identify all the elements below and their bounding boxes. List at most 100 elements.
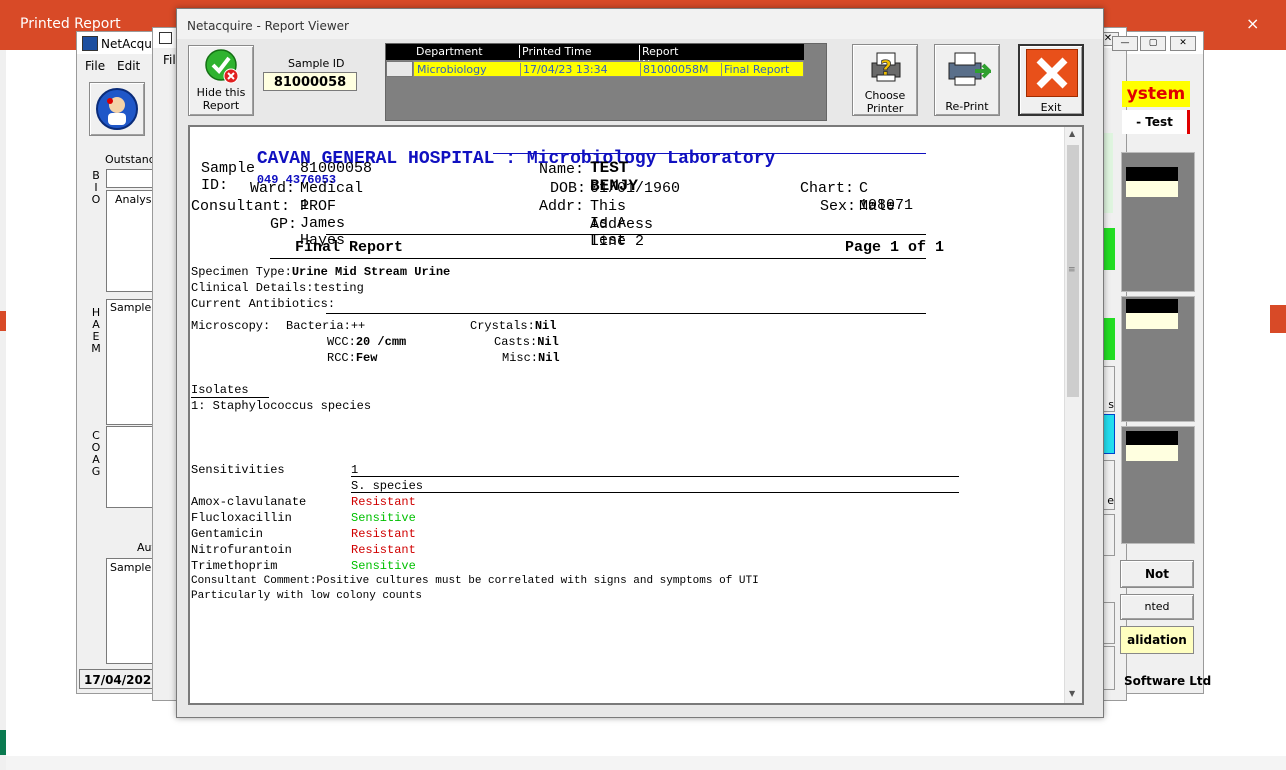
status-panel-1-header [1126,167,1178,181]
drug-4: Nitrofurantoin [191,543,292,557]
menu-edit[interactable]: Edit [117,59,140,73]
sex-label: Sex: [820,198,857,215]
not-printed-button[interactable]: Not Printed [1120,560,1194,607]
hide-report-button[interactable]: Hide this Report [188,45,254,116]
printer-question-icon: ? [871,52,901,82]
final-report-line [270,258,926,259]
main-close-button[interactable]: ✕ [1170,36,1196,51]
software-label: Software Ltd [1124,674,1212,688]
name-label: Name: [539,161,585,178]
app-icon [82,36,98,51]
scroll-grip-icon: ≡ [1068,265,1076,275]
report-grid[interactable]: Department Printed Time Report Number Mi… [385,43,827,121]
secondary-menu-file[interactable]: Fil [163,53,176,67]
addr-label: Addr: [539,198,585,215]
status-panel-2 [1121,296,1195,422]
final-report-title: Final Report [295,239,404,256]
ward-label: Ward: [250,180,296,197]
grid-row-selector [386,61,413,77]
scroll-down-icon[interactable]: ▼ [1069,689,1075,698]
printed-report-title: Printed Report [20,16,121,32]
status-date: 17/04/2023 [79,669,160,689]
clinical-value: testing [313,281,364,295]
close-icon[interactable]: × [1246,14,1259,33]
isolates-underline [191,397,269,398]
maximize-button[interactable]: ▢ [1140,36,1166,51]
microscopy-block: Microscopy: Bacteria:++ Crystals:Nil WCC… [190,127,759,602]
grid-header-department: Department [416,45,483,58]
crystals-value: Nil [534,319,557,333]
validation-label: alidation [1127,633,1187,647]
casts-line: Casts:Nil [494,335,559,349]
choose-printer-label: Choose Printer [864,89,906,115]
test-banner: - Test [1122,110,1190,134]
microscopy-label: Microscopy: [191,319,271,333]
sens-line-1 [351,476,959,477]
report-viewer-window: Netacquire - Report Viewer Hide this Rep… [176,8,1104,718]
printed-samples-button[interactable]: nted Samples [1120,594,1194,637]
choose-printer-button[interactable]: ? Choose Printer [852,44,918,116]
reprint-button[interactable]: Re-Print [934,44,1000,116]
doctor-icon [96,88,138,130]
bio-input[interactable] [106,169,154,188]
result-3: Resistant [351,527,416,541]
validation-button[interactable]: alidation [1120,626,1194,654]
crystals-label: Crystals: [470,319,535,333]
bacteria-value: ++ [350,319,366,333]
bacteria-label: Bacteria: [286,319,351,333]
status-panel-3 [1121,426,1195,544]
result-5: Sensitive [351,559,416,573]
group-bio-label: B I O [91,169,101,206]
haem-list[interactable] [106,299,154,425]
bacteria-line: Bacteria:++ [286,319,365,333]
hide-report-icon [205,49,239,84]
addr-line-2: Address Line 2 [590,216,654,250]
sens-line-2 [351,492,959,493]
sensitivities-label: Sensitivities [191,463,285,477]
rcc-line: RCC:Few [327,351,377,365]
misc-label: Misc: [502,351,539,365]
scroll-up-icon[interactable]: ▲ [1069,129,1075,138]
casts-value: Nil [537,335,559,349]
grid-row[interactable]: Microbiology 17/04/23 13:34 81000058M Fi… [413,61,804,77]
misc-value: Nil [538,351,560,365]
sensitivities-organism: S. species [351,479,424,493]
minimize-button[interactable]: — [1112,36,1138,51]
report-scrollbar[interactable]: ▲ ≡ ▼ [1064,127,1082,703]
drug-1: Amox-clavulanate [191,495,307,509]
specimen-value: Urine Mid Stream Urine [291,265,451,279]
grid-cell-report-number: 81000058M [640,63,708,76]
sample-id-text: 81000058 [300,160,373,177]
wcc-line: WCC:20 /cmm [327,335,406,349]
reprint-icon [948,52,991,86]
comment-label: Consultant Comment: [191,575,317,587]
exit-button[interactable]: Exit [1018,44,1084,116]
haem-sample-header: Sample I [110,301,158,314]
group-coag-label: C O A G [91,429,101,478]
sample-id-field[interactable]: 81000058 [263,72,357,91]
status-panel-1-field [1126,181,1178,197]
underlying-left-red [0,311,6,331]
rcc-label: RCC: [327,351,356,365]
main-window-controls: — ▢ ✕ [1112,36,1200,52]
wcc-value: 20 /cmm [355,335,407,349]
coag-list[interactable] [106,426,154,508]
hospital-header: CAVAN GENERAL HOSPITAL : Microbiology La… [192,129,775,209]
comment-text: Positive cultures must be correlated wit… [316,575,759,587]
result-4: Resistant [351,543,416,557]
chart-label: Chart: [800,180,855,197]
gp-label: GP: [270,216,298,233]
underlying-bottom-green [0,730,6,755]
outer-bottom-bar [6,756,1286,770]
secondary-window-icon [159,32,172,44]
comment-line-2: Particularly with low colony counts [191,590,423,602]
system-banner: ystem [1122,81,1190,107]
group-haem-label: H A E M [91,306,101,355]
doctor-button[interactable] [89,82,145,136]
report-document[interactable]: ▲ ≡ ▼ CAVAN GENERAL HOSPITAL : Microbiol… [188,125,1084,705]
grid-cell-department: Microbiology [417,63,487,76]
dob-label: DOB: [550,180,587,197]
gp-line [326,234,926,235]
status-panel-2-field [1126,313,1178,329]
menu-file[interactable]: File [85,59,105,73]
